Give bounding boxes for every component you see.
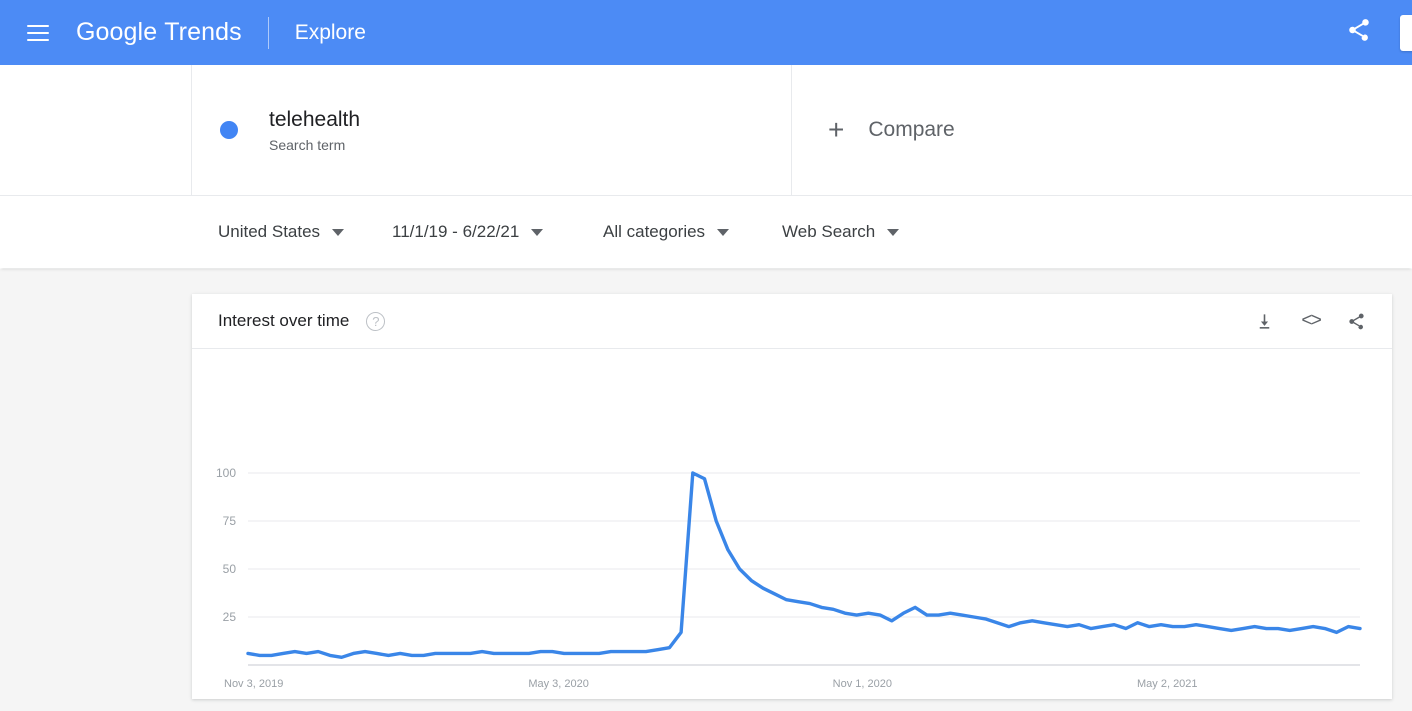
brand-trends-label: Trends [164, 18, 242, 46]
card-title: Interest over time [218, 311, 350, 330]
series-line-telehealth [246, 471, 1362, 660]
embed-code-icon[interactable]: <> [1301, 310, 1322, 332]
left-gutter [0, 65, 192, 195]
y-axis-tick: 100 [216, 466, 236, 480]
interest-over-time-chart[interactable]: 100 75 50 25 Nov 3, 2019 May 3, 2020 Nov 1, 20… [192, 349, 1392, 699]
chart-svg: 100 75 50 25 Nov 3, 2019 May 3, 2020 Nov 1, 20… [216, 466, 1362, 690]
compare-button[interactable]: + Compare [792, 65, 1412, 195]
account-edge-chip[interactable] [1400, 14, 1412, 51]
compare-label: Compare [868, 118, 955, 141]
chevron-down-icon [531, 229, 544, 236]
brand-google-label: Google [76, 18, 158, 46]
y-axis-tick: 25 [223, 610, 237, 624]
help-circle-icon[interactable]: ? [366, 311, 386, 331]
filter-bar: United States 11/1/19 - 6/22/21 All cate… [0, 196, 1412, 268]
search-term-row: telehealth Search term + Compare [0, 65, 1412, 196]
chevron-down-icon [887, 229, 900, 236]
x-axis-tick: Nov 1, 2020 [833, 678, 892, 690]
series-color-dot [220, 121, 238, 139]
header-actions [1346, 14, 1412, 51]
x-axis-tick: May 3, 2020 [528, 678, 589, 690]
nav-explore[interactable]: Explore [295, 21, 366, 45]
search-term-text-block: telehealth Search term [269, 107, 360, 153]
filter-location-label: United States [218, 222, 321, 241]
search-term-label: telehealth [269, 107, 361, 131]
search-term-card[interactable]: telehealth Search term [192, 65, 792, 195]
y-axis-tick: 75 [223, 514, 237, 528]
chevron-down-icon [717, 229, 730, 236]
y-axis-tick: 50 [223, 562, 237, 576]
share-icon[interactable] [1346, 17, 1372, 48]
x-axis-tick: Nov 3, 2019 [224, 678, 283, 690]
interest-over-time-card: Interest over time ? <> 100 75 50 25 Nov 3, … [192, 294, 1392, 699]
header-divider [267, 16, 269, 49]
app-header: Google Trends Explore [0, 0, 1412, 65]
filter-search-type[interactable]: Web Search [782, 222, 900, 242]
filter-location[interactable]: United States [218, 222, 345, 242]
filter-date-range-label: 11/1/19 - 6/22/21 [392, 222, 520, 241]
hamburger-menu-icon[interactable] [27, 24, 49, 41]
google-trends-page: Google Trends Explore telehealth Search … [0, 0, 1412, 711]
search-term-type-label: Search term [269, 137, 346, 154]
x-axis-tick: May 2, 2021 [1137, 678, 1198, 690]
card-toolbar: <> [1255, 310, 1366, 332]
card-header: Interest over time ? <> [192, 294, 1392, 349]
share-icon[interactable] [1347, 312, 1366, 331]
download-icon[interactable] [1255, 312, 1274, 331]
brand-logo[interactable]: Google Trends [76, 18, 242, 47]
chevron-down-icon [332, 229, 345, 236]
filter-category-label: All categories [603, 222, 706, 241]
filter-category[interactable]: All categories [603, 222, 730, 242]
filter-date-range[interactable]: 11/1/19 - 6/22/21 [392, 222, 544, 242]
plus-icon: + [828, 114, 845, 145]
filter-search-type-label: Web Search [782, 222, 876, 241]
